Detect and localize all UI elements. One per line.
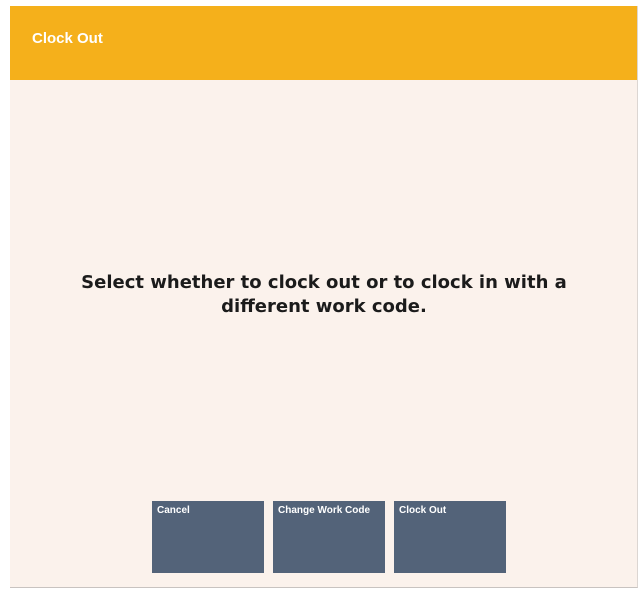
title-bar: Clock Out	[10, 6, 637, 80]
clock-out-button[interactable]: Clock Out	[394, 501, 506, 573]
clock-out-dialog: Clock Out Select whether to clock out or…	[10, 6, 638, 588]
prompt-message: Select whether to clock out or to clock …	[81, 272, 567, 317]
cancel-button[interactable]: Cancel	[152, 501, 264, 573]
dialog-title: Clock Out	[32, 30, 103, 47]
change-work-code-button[interactable]: Change Work Code	[273, 501, 385, 573]
